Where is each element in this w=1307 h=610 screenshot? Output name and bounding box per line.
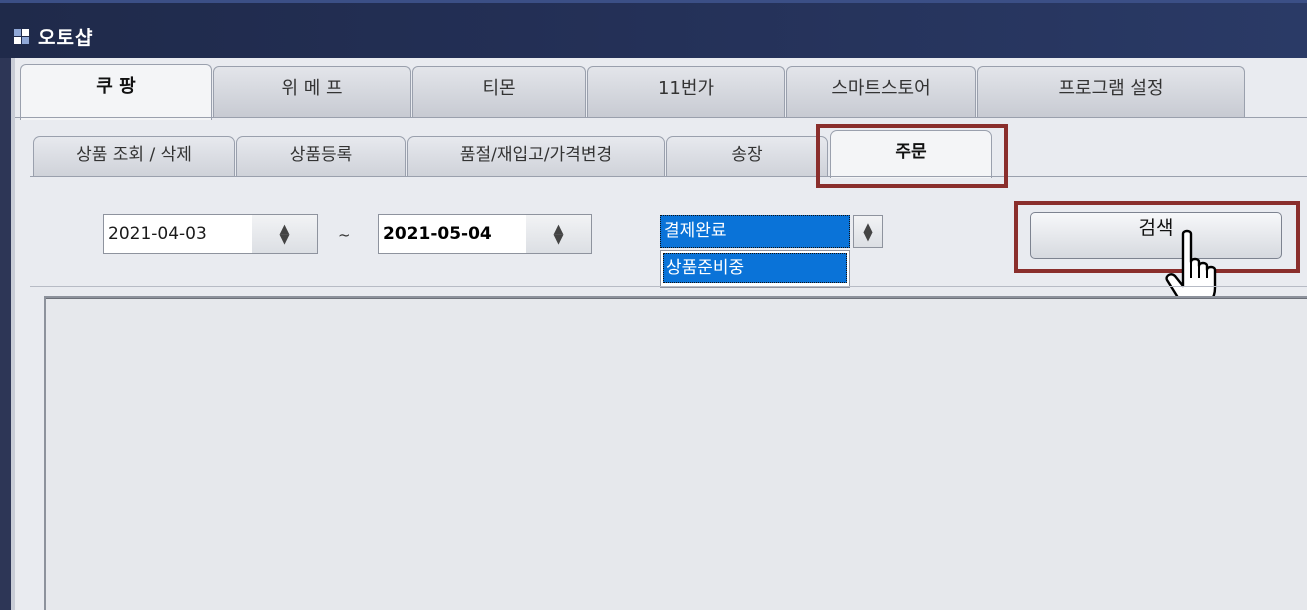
- tab-11st[interactable]: 11번가: [587, 66, 785, 118]
- tab-wemakeprice[interactable]: 위 메 프: [213, 66, 411, 118]
- window-title: 오토샵: [38, 27, 94, 49]
- order-status-dropdown-list: 상품준비중: [660, 250, 850, 288]
- order-status-spinner[interactable]: ▲ ▼: [853, 215, 883, 248]
- subtab-product-search-delete[interactable]: 상품 조회 / 삭제: [33, 136, 235, 176]
- tab-smartstore[interactable]: 스마트스토어: [786, 66, 976, 118]
- end-date-spinner[interactable]: ▲ ▼: [526, 214, 592, 254]
- app-icon: [14, 29, 30, 45]
- subtab-soldout-restock-price[interactable]: 품절/재입고/가격변경: [407, 136, 665, 176]
- start-date-field[interactable]: 2021-04-03: [103, 214, 270, 254]
- order-results-panel[interactable]: [44, 296, 1307, 610]
- window-frame-border: [11, 58, 15, 610]
- order-status-select[interactable]: 결제완료: [660, 215, 850, 248]
- up-down-arrows-icon: ▲ ▼: [553, 222, 564, 247]
- filter-group-divider: [30, 286, 1307, 287]
- up-down-arrows-icon: ▲ ▼: [279, 222, 290, 247]
- status-option-preparing[interactable]: 상품준비중: [663, 253, 847, 283]
- sub-tab-baseline: [30, 176, 1307, 177]
- subtab-order[interactable]: 주문: [830, 130, 992, 178]
- tab-tmon[interactable]: 티몬: [412, 66, 586, 118]
- results-panel-inner-border: [46, 298, 1307, 299]
- up-down-arrows-icon: ▲ ▼: [863, 220, 873, 243]
- main-tab-baseline: [15, 117, 1307, 118]
- tab-program-settings[interactable]: 프로그램 설정: [977, 66, 1245, 118]
- end-date-field[interactable]: 2021-05-04: [378, 214, 536, 254]
- date-range-separator: ~: [338, 226, 351, 244]
- start-date-spinner[interactable]: ▲ ▼: [252, 214, 318, 254]
- tab-coupang[interactable]: 쿠 팡: [20, 64, 212, 120]
- subtab-product-register[interactable]: 상품등록: [236, 136, 406, 176]
- title-bar: 오토샵: [0, 0, 1307, 58]
- subtab-invoice[interactable]: 송장: [666, 136, 828, 176]
- search-button[interactable]: 검색: [1030, 212, 1282, 259]
- window-frame-edge: [0, 58, 11, 610]
